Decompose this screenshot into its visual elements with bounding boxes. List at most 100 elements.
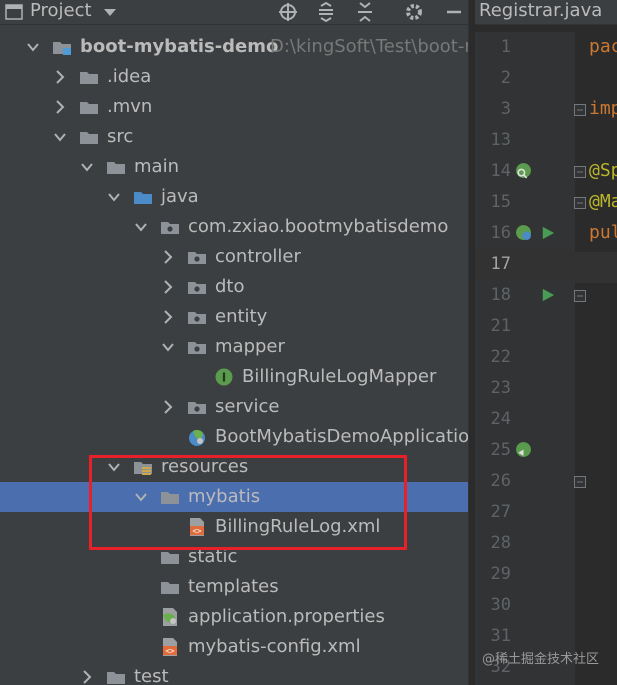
spring-boot-class-icon: [189, 429, 205, 446]
package-icon: [161, 222, 179, 234]
line-number: 25: [490, 440, 511, 460]
tree-node-src[interactable]: src: [0, 122, 468, 152]
line-number: 31: [490, 626, 511, 646]
collapse-all-icon[interactable]: [355, 2, 375, 22]
fold-marker-icon[interactable]: [574, 290, 586, 302]
gutter-line: 30: [475, 590, 575, 621]
dropdown-caret-icon[interactable]: [100, 2, 120, 22]
chevron-right-icon[interactable]: [162, 309, 174, 325]
line-number: 29: [490, 564, 511, 584]
folder-icon: [161, 582, 179, 594]
tree-node-idea[interactable]: .idea: [0, 62, 468, 92]
tree-node-templates[interactable]: templates: [0, 572, 468, 602]
watermark: @稀土掘金技术社区: [482, 652, 600, 667]
tree-node-main[interactable]: main: [0, 152, 468, 182]
project-window-icon[interactable]: [4, 2, 24, 22]
expand-all-icon[interactable]: [316, 2, 336, 22]
tree-node-java[interactable]: java: [0, 182, 468, 212]
chevron-right-icon[interactable]: [162, 399, 174, 415]
tree-node-label: controller: [215, 246, 301, 267]
chevron-down-icon[interactable]: [54, 129, 66, 145]
gear-icon[interactable]: [404, 2, 424, 22]
locate-target-icon[interactable]: [278, 2, 298, 22]
tree-node-bootmybatisdemoapplication[interactable]: BootMybatisDemoApplication: [0, 422, 468, 452]
spring-run-icon[interactable]: [515, 224, 532, 241]
source-folder-icon: [134, 192, 152, 204]
package-icon: [188, 252, 206, 264]
project-toolbar: Project: [0, 0, 468, 25]
fold-marker-icon[interactable]: [574, 476, 586, 488]
tree-node-com-zxiao-bootmybatisdemo[interactable]: com.zxiao.bootmybatisdemo: [0, 212, 468, 242]
hide-minus-icon[interactable]: [444, 2, 464, 22]
tree-node-label: BillingRuleLogMapper: [242, 366, 437, 387]
chevron-down-icon[interactable]: [135, 219, 147, 235]
current-line-highlight: [575, 252, 617, 283]
gutter-line: 1: [475, 32, 575, 63]
xml-file-icon: <>: [163, 638, 177, 656]
chevron-down-icon[interactable]: [81, 159, 93, 175]
tree-node-mybatis-config-xml[interactable]: <> mybatis-config.xml: [0, 632, 468, 662]
package-icon: [188, 312, 206, 324]
gutter-line: 3: [475, 94, 586, 125]
line-number: 30: [490, 595, 511, 615]
line-number: 24: [490, 409, 511, 429]
chevron-down-icon[interactable]: [162, 339, 174, 355]
tree-node-label: .mvn: [107, 96, 153, 117]
chevron-right-icon[interactable]: [162, 249, 174, 265]
tree-node-service[interactable]: service: [0, 392, 468, 422]
chevron-right-icon[interactable]: [54, 69, 66, 85]
gutter-line: 13: [475, 125, 575, 156]
folder-icon: [80, 132, 98, 144]
fold-marker-icon[interactable]: [574, 197, 586, 209]
gutter-line: 21: [475, 311, 575, 342]
gutter-line: 23: [475, 373, 575, 404]
chevron-down-icon[interactable]: [27, 39, 39, 55]
code-editor[interactable]: Registrar.java 1 2 3 13 14 15 16 17 18 21 22 23 24 25…: [475, 0, 617, 685]
tree-node-label: src: [107, 126, 134, 147]
chevron-right-icon[interactable]: [54, 99, 66, 115]
project-title[interactable]: Project: [30, 0, 92, 22]
line-number: 15: [490, 192, 511, 212]
package-icon: [188, 402, 206, 414]
spring-bean-search-icon[interactable]: [515, 162, 532, 179]
project-panel: Project boot-mybatis-demo D:\kingSoft\Tes…: [0, 0, 468, 685]
fold-marker-icon[interactable]: [574, 104, 586, 116]
folder-icon: [80, 102, 98, 114]
gutter-line: 2: [475, 63, 575, 94]
editor-tab[interactable]: Registrar.java: [475, 0, 617, 25]
fold-marker-icon[interactable]: [574, 166, 586, 178]
run-icon[interactable]: [541, 288, 555, 302]
tree-node-boot-mybatis-demo[interactable]: boot-mybatis-demoD:\kingSoft\Test\boot-m…: [0, 32, 468, 62]
gutter-line: 26: [475, 466, 586, 497]
tree-node-mvn[interactable]: .mvn: [0, 92, 468, 122]
chevron-down-icon[interactable]: [108, 189, 120, 205]
editor-tab-label[interactable]: Registrar.java: [479, 0, 602, 22]
chevron-right-icon[interactable]: [162, 279, 174, 295]
tree-node-label: mybatis-config.xml: [188, 636, 361, 657]
tree-node-dto[interactable]: dto: [0, 272, 468, 302]
folder-icon: [80, 72, 98, 84]
line-number: 23: [490, 378, 511, 398]
tree-node-label: com.zxiao.bootmybatisdemo: [188, 216, 449, 237]
tree-node-controller[interactable]: controller: [0, 242, 468, 272]
gutter-line: 29: [475, 559, 575, 590]
tree-node-entity[interactable]: entity: [0, 302, 468, 332]
line-number: 21: [490, 316, 511, 336]
tree-node-test[interactable]: test: [0, 662, 468, 685]
spring-navigate-icon[interactable]: [515, 441, 532, 458]
folder-icon: [107, 672, 125, 684]
tree-node-label: .idea: [107, 66, 152, 87]
code-line-text: imp: [589, 98, 617, 119]
line-number: 22: [490, 347, 511, 367]
tree-node-billingrulelogmapper[interactable]: I BillingRuleLogMapper: [0, 362, 468, 392]
tree-node-application-properties[interactable]: application.properties: [0, 602, 468, 632]
code-line-text: pul: [589, 222, 617, 243]
line-number: 3: [500, 99, 511, 119]
editor-gutter: 1 2 3 13 14 15 16 17 18 21 22 23 24 25 26 27 28 29 30 31 32: [475, 32, 586, 685]
svg-text:I: I: [222, 371, 226, 385]
chevron-right-icon[interactable]: [81, 669, 93, 685]
tree-node-mapper[interactable]: mapper: [0, 332, 468, 362]
line-number: 16: [490, 223, 511, 243]
run-icon[interactable]: [541, 226, 555, 240]
tree-node-label: templates: [188, 576, 279, 597]
